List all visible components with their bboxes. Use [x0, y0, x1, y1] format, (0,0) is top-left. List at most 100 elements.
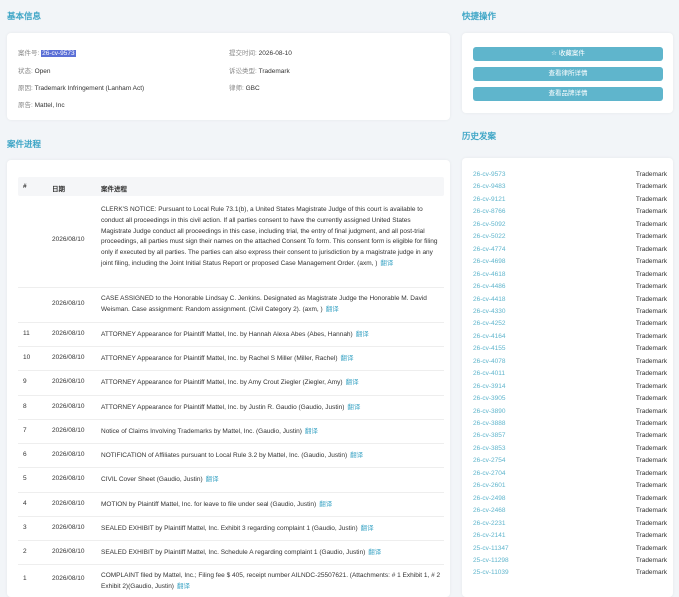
translate-link[interactable]: 翻译 [368, 549, 381, 556]
progress-row-number: 1 [23, 575, 27, 582]
case-number-value[interactable]: 26-cv-9573 [41, 50, 76, 57]
history-case-link[interactable]: 26-cv-2231 [473, 520, 506, 527]
history-item: 26-cv-3890 Trademark [473, 408, 667, 420]
progress-row-number: 7 [23, 427, 27, 434]
translate-link[interactable]: 翻译 [319, 501, 332, 508]
progress-row: 7 2026/08/10 Notice of Claims Involving Tr… [18, 420, 444, 444]
lawyer-label: 律师: [229, 85, 244, 92]
translate-link[interactable]: 翻译 [346, 379, 359, 386]
translate-link[interactable]: 翻译 [177, 583, 190, 590]
progress-row-number: 11 [23, 330, 30, 337]
status-field: 状态: Open [18, 65, 51, 75]
history-case-link[interactable]: 26-cv-3905 [473, 395, 506, 402]
favorite-case-button[interactable]: ☆ 收藏案件 [473, 47, 663, 61]
col-date-header: 日期 [52, 186, 65, 193]
star-icon: ☆ [551, 50, 557, 57]
history-case-link[interactable]: 26-cv-4486 [473, 283, 506, 290]
history-case-link[interactable]: 26-cv-9483 [473, 183, 506, 190]
history-case-type: Trademark [635, 544, 667, 552]
history-case-link[interactable]: 26-cv-4618 [473, 271, 506, 278]
history-case-type: Trademark [635, 270, 667, 278]
progress-row-description: SEALED EXHIBIT by Plaintiff Mattel, Inc.… [101, 525, 358, 532]
history-case-link[interactable]: 26-cv-3853 [473, 445, 506, 452]
history-case-link[interactable]: 26-cv-4774 [473, 246, 506, 253]
translate-link[interactable]: 翻译 [356, 331, 369, 338]
progress-row: 6 2026/08/10 NOTIFICATION of Affiliates pu… [18, 444, 444, 468]
history-case-type: Trademark [635, 220, 667, 228]
history-case-type: Trademark [635, 233, 667, 241]
history-case-link[interactable]: 26-cv-3914 [473, 383, 506, 390]
progress-row-date: 2026/08/10 [52, 403, 85, 410]
history-case-type: Trademark [635, 420, 667, 427]
history-case-link[interactable]: 26-cv-9121 [473, 196, 506, 203]
progress-row-date: 2026/08/10 [52, 378, 85, 385]
progress-row-date: 2026/08/10 [52, 500, 85, 507]
filed-date-value: 2026-08-10 [258, 50, 292, 57]
suit-type-value: Trademark [258, 68, 290, 75]
history-case-link[interactable]: 26-cv-2141 [473, 532, 506, 539]
history-case-type: Trademark [635, 320, 667, 328]
history-item: 26-cv-4486 Trademark [473, 283, 667, 295]
history-item: 26-cv-8766 Trademark [473, 208, 667, 220]
basic-info-card: 案件号: 26-cv-9573 提交时间: 2026-08-10 状态: Ope… [7, 33, 450, 120]
progress-row: 10 2026/08/10 ATTORNEY Appearance for Plai… [18, 347, 444, 371]
history-case-link[interactable]: 26-cv-3857 [473, 432, 506, 439]
translate-link[interactable]: 翻译 [380, 260, 393, 267]
history-case-link[interactable]: 26-cv-4078 [473, 358, 506, 365]
history-case-link[interactable]: 25-cv-11347 [473, 545, 509, 552]
history-item: 26-cv-4618 Trademark [473, 271, 667, 283]
progress-row-description: ATTORNEY Appearance for Plaintiff Mattel… [101, 331, 353, 338]
history-case-link[interactable]: 26-cv-2601 [473, 482, 506, 489]
progress-row: 2026/08/10 CASE ASSIGNED to the Honorable… [18, 288, 444, 323]
progress-row-number: 5 [23, 475, 27, 482]
progress-row: 9 2026/08/10 ATTORNEY Appearance for Plain… [18, 371, 444, 396]
progress-row-text: SEALED EXHIBIT by Plaintiff Mattel, Inc.… [101, 548, 441, 559]
history-item: 26-cv-4155 Trademark [473, 345, 667, 357]
history-item: 25-cv-11347 Trademark [473, 545, 667, 557]
history-case-link[interactable]: 25-cv-11298 [473, 557, 509, 564]
progress-row-number: 8 [23, 403, 27, 410]
history-item: 26-cv-9483 Trademark [473, 183, 667, 195]
history-case-type: Trademark [635, 258, 667, 266]
translate-link[interactable]: 翻译 [326, 306, 339, 313]
history-case-type: Trademark [635, 283, 667, 291]
translate-link[interactable]: 翻译 [341, 355, 354, 362]
plaintiff-value: Mattel, Inc [34, 102, 65, 109]
history-case-link[interactable]: 26-cv-3888 [473, 420, 506, 427]
history-case-link[interactable]: 26-cv-2754 [473, 457, 506, 464]
view-brand-details-button[interactable]: 查看品牌详情 [473, 87, 663, 101]
history-item: 26-cv-2704 Trademark [473, 470, 667, 482]
history-case-link[interactable]: 26-cv-2498 [473, 495, 506, 502]
progress-row-text: SEALED EXHIBIT by Plaintiff Mattel, Inc.… [101, 524, 441, 535]
history-case-link[interactable]: 26-cv-4164 [473, 333, 506, 340]
history-item: 26-cv-4330 Trademark [473, 308, 667, 320]
history-case-link[interactable]: 26-cv-2468 [473, 507, 506, 514]
translate-link[interactable]: 翻译 [361, 525, 374, 532]
history-case-link[interactable]: 26-cv-3890 [473, 408, 506, 415]
history-case-link[interactable]: 26-cv-4155 [473, 345, 506, 352]
history-case-link[interactable]: 26-cv-4698 [473, 258, 506, 265]
progress-row-description: SEALED EXHIBIT by Plaintiff Mattel, Inc.… [101, 549, 366, 556]
translate-link[interactable]: 翻译 [305, 428, 318, 435]
progress-row-number: 3 [23, 524, 27, 531]
history-case-link[interactable]: 26-cv-2704 [473, 470, 506, 477]
translate-link[interactable]: 翻译 [347, 404, 360, 411]
history-case-link[interactable]: 26-cv-4011 [473, 370, 505, 377]
view-lawyer-details-button[interactable]: 查看律所详情 [473, 67, 663, 81]
history-case-link[interactable]: 26-cv-4418 [473, 296, 506, 303]
translate-link[interactable]: 翻译 [206, 476, 219, 483]
history-case-link[interactable]: 26-cv-8766 [473, 208, 506, 215]
history-case-link[interactable]: 26-cv-9573 [473, 171, 506, 178]
progress-row-text: CLERK'S NOTICE: Pursuant to Local Rule 7… [101, 205, 441, 270]
history-case-link[interactable]: 26-cv-4252 [473, 320, 506, 327]
history-item: 26-cv-5022 Trademark [473, 233, 667, 245]
progress-row-text: ATTORNEY Appearance for Plaintiff Mattel… [101, 330, 441, 341]
history-item: 25-cv-11298 Trademark [473, 557, 667, 569]
translate-link[interactable]: 翻译 [350, 452, 363, 459]
history-case-link[interactable]: 26-cv-5022 [473, 233, 506, 240]
history-case-link[interactable]: 25-cv-11039 [473, 569, 509, 576]
history-case-type: Trademark [635, 556, 667, 564]
basic-info-title: 基本信息 [7, 11, 42, 21]
history-case-link[interactable]: 26-cv-4330 [473, 308, 506, 315]
history-case-link[interactable]: 26-cv-5092 [473, 221, 506, 228]
